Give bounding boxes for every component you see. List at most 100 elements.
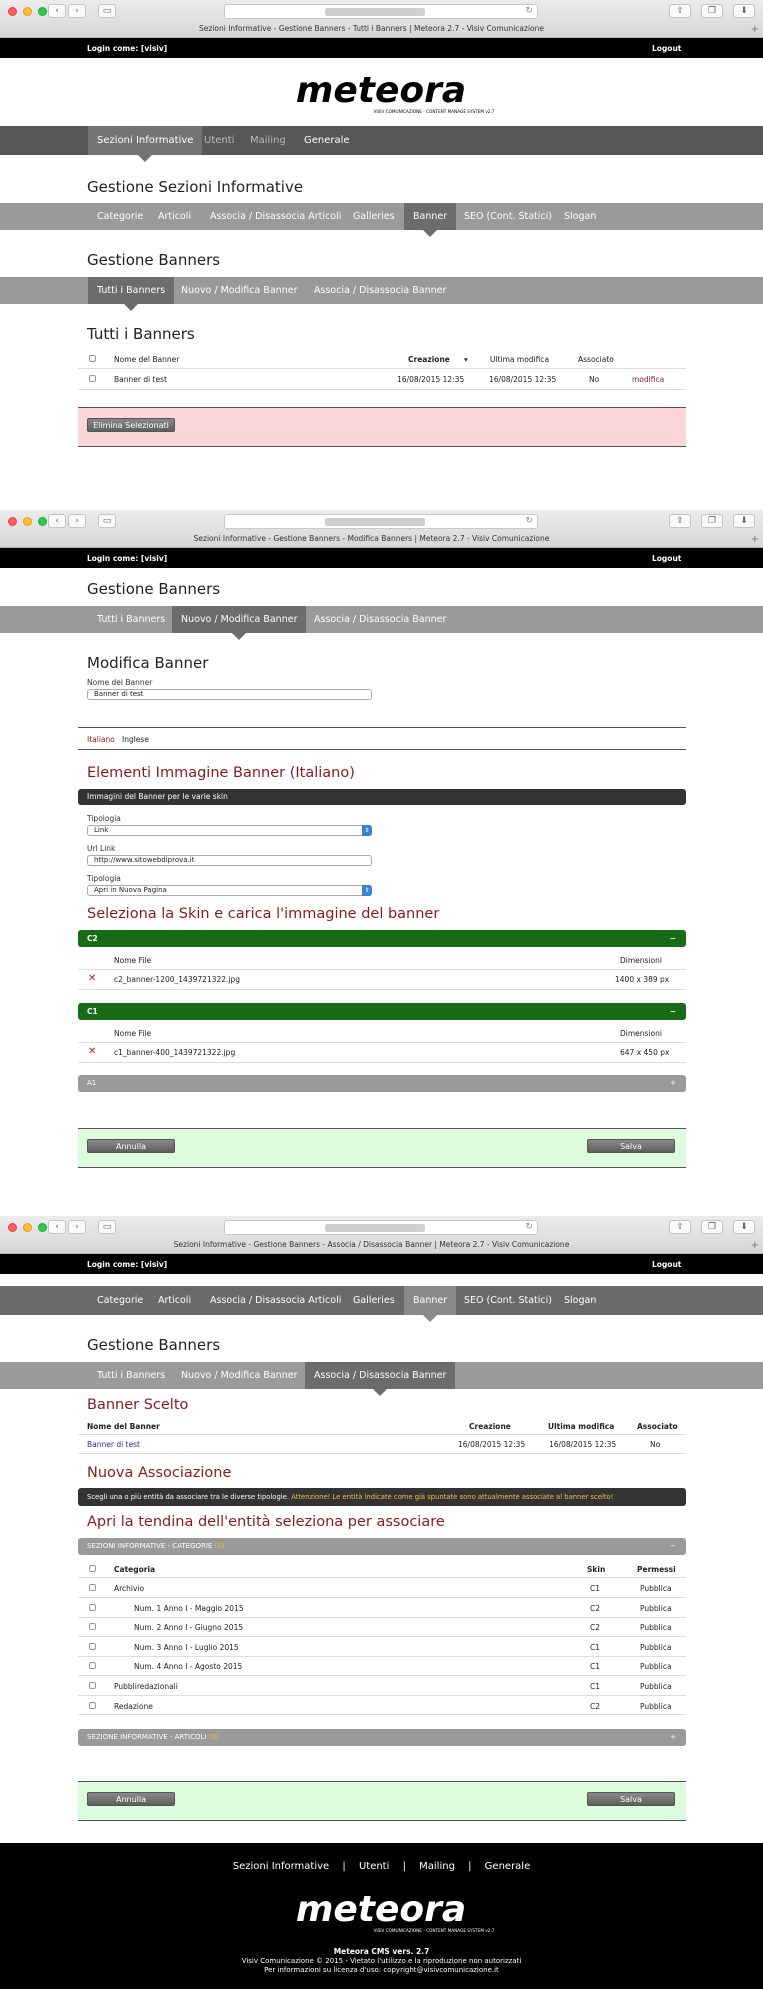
address-bar[interactable]: ↻ bbox=[224, 514, 538, 529]
open-mode-select[interactable]: Apri in Nuova Pagina ⇕ bbox=[87, 885, 372, 896]
back-icon[interactable]: ‹ bbox=[48, 4, 66, 18]
row-checkbox[interactable] bbox=[89, 375, 96, 382]
nav-generale[interactable]: Generale bbox=[295, 126, 359, 155]
new-tab-icon[interactable]: + bbox=[751, 1240, 759, 1251]
back-icon[interactable]: ‹ bbox=[48, 514, 66, 528]
tab-title[interactable]: Sezioni Informative - Gestione Banners -… bbox=[0, 24, 743, 33]
cancel-button[interactable]: Annulla bbox=[87, 1792, 175, 1806]
tab-title[interactable]: Sezioni Informative - Gestione Banners -… bbox=[0, 1240, 743, 1249]
articoli-bar[interactable]: SEZIONE INFORMATIVE - ARTICOLI (0) + bbox=[78, 1729, 686, 1746]
footer-link[interactable]: Generale bbox=[485, 1861, 531, 1872]
window-controls[interactable] bbox=[8, 1223, 47, 1232]
address-bar[interactable]: ↻ bbox=[224, 4, 538, 19]
modifica-link[interactable]: modifica bbox=[632, 375, 664, 384]
forward-icon[interactable]: › bbox=[68, 4, 86, 18]
save-button[interactable]: Salva bbox=[587, 1139, 675, 1153]
tab-tutti-banners[interactable]: Tutti i Banners bbox=[88, 606, 174, 633]
footer-link[interactable]: Mailing bbox=[419, 1861, 455, 1872]
logout-link[interactable]: Logout bbox=[652, 554, 681, 563]
select-all-checkbox[interactable] bbox=[89, 355, 96, 362]
logout-link[interactable]: Logout bbox=[652, 1260, 681, 1269]
nav-sezioni-informative[interactable]: Sezioni Informative bbox=[88, 126, 203, 162]
window-controls[interactable] bbox=[8, 7, 47, 16]
delete-selected-button[interactable]: Elimina Selezionati bbox=[87, 418, 175, 432]
tab-associa-banner[interactable]: Associa / Disassocia Banner bbox=[305, 606, 455, 633]
col-name[interactable]: Nome del Banner bbox=[114, 355, 179, 364]
expand-icon[interactable]: + bbox=[670, 1729, 676, 1746]
tab-associa-articoli[interactable]: Associa / Disassocia Articoli bbox=[201, 203, 350, 230]
nav-mailing[interactable]: Mailing bbox=[241, 126, 295, 155]
save-button[interactable]: Salva bbox=[587, 1792, 675, 1806]
col-associated[interactable]: Associato bbox=[578, 355, 614, 364]
tab-categorie[interactable]: Categorie bbox=[88, 203, 152, 230]
download-icon[interactable]: ⬇ bbox=[733, 4, 755, 18]
reload-icon[interactable]: ↻ bbox=[525, 6, 533, 16]
footer-link[interactable]: Utenti bbox=[359, 1861, 389, 1872]
delete-icon[interactable]: ✕ bbox=[88, 1046, 96, 1057]
address-bar[interactable]: ↻ bbox=[224, 1220, 538, 1235]
new-tab-icon[interactable]: + bbox=[751, 534, 759, 545]
select-all-checkbox[interactable] bbox=[89, 1565, 96, 1572]
tab-banner[interactable]: Banner bbox=[404, 1286, 457, 1322]
collapse-icon[interactable]: − bbox=[670, 930, 676, 947]
share-icon[interactable]: ⇪ bbox=[669, 4, 691, 18]
tab-categorie[interactable]: Categorie bbox=[88, 1286, 152, 1315]
sort-desc-icon[interactable]: ▾ bbox=[464, 355, 468, 364]
categorie-bar[interactable]: SEZIONI INFORMATIVE - CATEGORIE (0) − bbox=[78, 1538, 686, 1555]
tab-associa-banner[interactable]: Associa / Disassocia Banner bbox=[305, 277, 455, 304]
tab-articoli[interactable]: Articoli bbox=[149, 203, 200, 230]
tab-nuovo-banner[interactable]: Nuovo / Modifica Banner bbox=[172, 277, 306, 304]
delete-icon[interactable]: ✕ bbox=[88, 973, 96, 984]
tab-slogan[interactable]: Slogan bbox=[555, 203, 605, 230]
window-controls[interactable] bbox=[8, 517, 47, 526]
tab-banner[interactable]: Banner bbox=[404, 203, 457, 237]
share-icon[interactable]: ⇪ bbox=[669, 1220, 691, 1234]
download-icon[interactable]: ⬇ bbox=[733, 514, 755, 528]
skin-a1-bar[interactable]: A1 + bbox=[78, 1075, 686, 1092]
sidebar-icon[interactable]: ▭ bbox=[98, 1220, 116, 1234]
row-checkbox[interactable] bbox=[89, 1702, 96, 1709]
download-icon[interactable]: ⬇ bbox=[733, 1220, 755, 1234]
tab-tutti-banners[interactable]: Tutti i Banners bbox=[88, 277, 175, 311]
forward-icon[interactable]: › bbox=[68, 1220, 86, 1234]
tab-associa-articoli[interactable]: Associa / Disassocia Articoli bbox=[201, 1286, 350, 1315]
tipologia-select[interactable]: Link ⇕ bbox=[87, 825, 372, 836]
reload-icon[interactable]: ↻ bbox=[525, 1222, 533, 1232]
sidebar-icon[interactable]: ▭ bbox=[98, 514, 116, 528]
logout-link[interactable]: Logout bbox=[652, 44, 681, 53]
tab-tutti-banners[interactable]: Tutti i Banners bbox=[88, 1362, 174, 1389]
tab-seo[interactable]: SEO (Cont. Statici) bbox=[455, 1286, 561, 1315]
skin-c1-bar[interactable]: C1− bbox=[78, 1003, 686, 1020]
tabs-icon[interactable]: ❐ bbox=[701, 1220, 723, 1234]
share-icon[interactable]: ⇪ bbox=[669, 514, 691, 528]
new-tab-icon[interactable]: + bbox=[751, 24, 759, 35]
sidebar-icon[interactable]: ▭ bbox=[98, 4, 116, 18]
footer-link[interactable]: Sezioni Informative bbox=[233, 1861, 329, 1872]
tab-nuovo-banner[interactable]: Nuovo / Modifica Banner bbox=[172, 1362, 306, 1389]
lang-tab-inglese[interactable]: Inglese bbox=[122, 735, 149, 744]
url-field[interactable]: http://www.sitowebdiprova.it bbox=[87, 855, 372, 866]
reload-icon[interactable]: ↻ bbox=[525, 516, 533, 526]
row-checkbox[interactable] bbox=[89, 1643, 96, 1650]
row-checkbox[interactable] bbox=[89, 1662, 96, 1669]
tab-galleries[interactable]: Galleries bbox=[344, 1286, 404, 1315]
row-checkbox[interactable] bbox=[89, 1623, 96, 1630]
lang-tab-italiano[interactable]: Italiano bbox=[87, 735, 115, 744]
tab-articoli[interactable]: Articoli bbox=[149, 1286, 200, 1315]
tab-galleries[interactable]: Galleries bbox=[344, 203, 404, 230]
nav-utenti[interactable]: Utenti bbox=[195, 126, 243, 155]
tab-slogan[interactable]: Slogan bbox=[555, 1286, 605, 1315]
row-checkbox[interactable] bbox=[89, 1604, 96, 1611]
cancel-button[interactable]: Annulla bbox=[87, 1139, 175, 1153]
tab-seo[interactable]: SEO (Cont. Statici) bbox=[455, 203, 561, 230]
row-checkbox[interactable] bbox=[89, 1584, 96, 1591]
col-created[interactable]: Creazione bbox=[408, 355, 450, 364]
collapse-icon[interactable]: − bbox=[670, 1003, 676, 1020]
expand-icon[interactable]: + bbox=[670, 1075, 676, 1092]
tab-nuovo-banner[interactable]: Nuovo / Modifica Banner bbox=[172, 606, 307, 640]
name-field[interactable]: Banner di test bbox=[87, 689, 372, 700]
row-checkbox[interactable] bbox=[89, 1682, 96, 1689]
tabs-icon[interactable]: ❐ bbox=[701, 4, 723, 18]
skin-c2-bar[interactable]: C2− bbox=[78, 930, 686, 947]
back-icon[interactable]: ‹ bbox=[48, 1220, 66, 1234]
